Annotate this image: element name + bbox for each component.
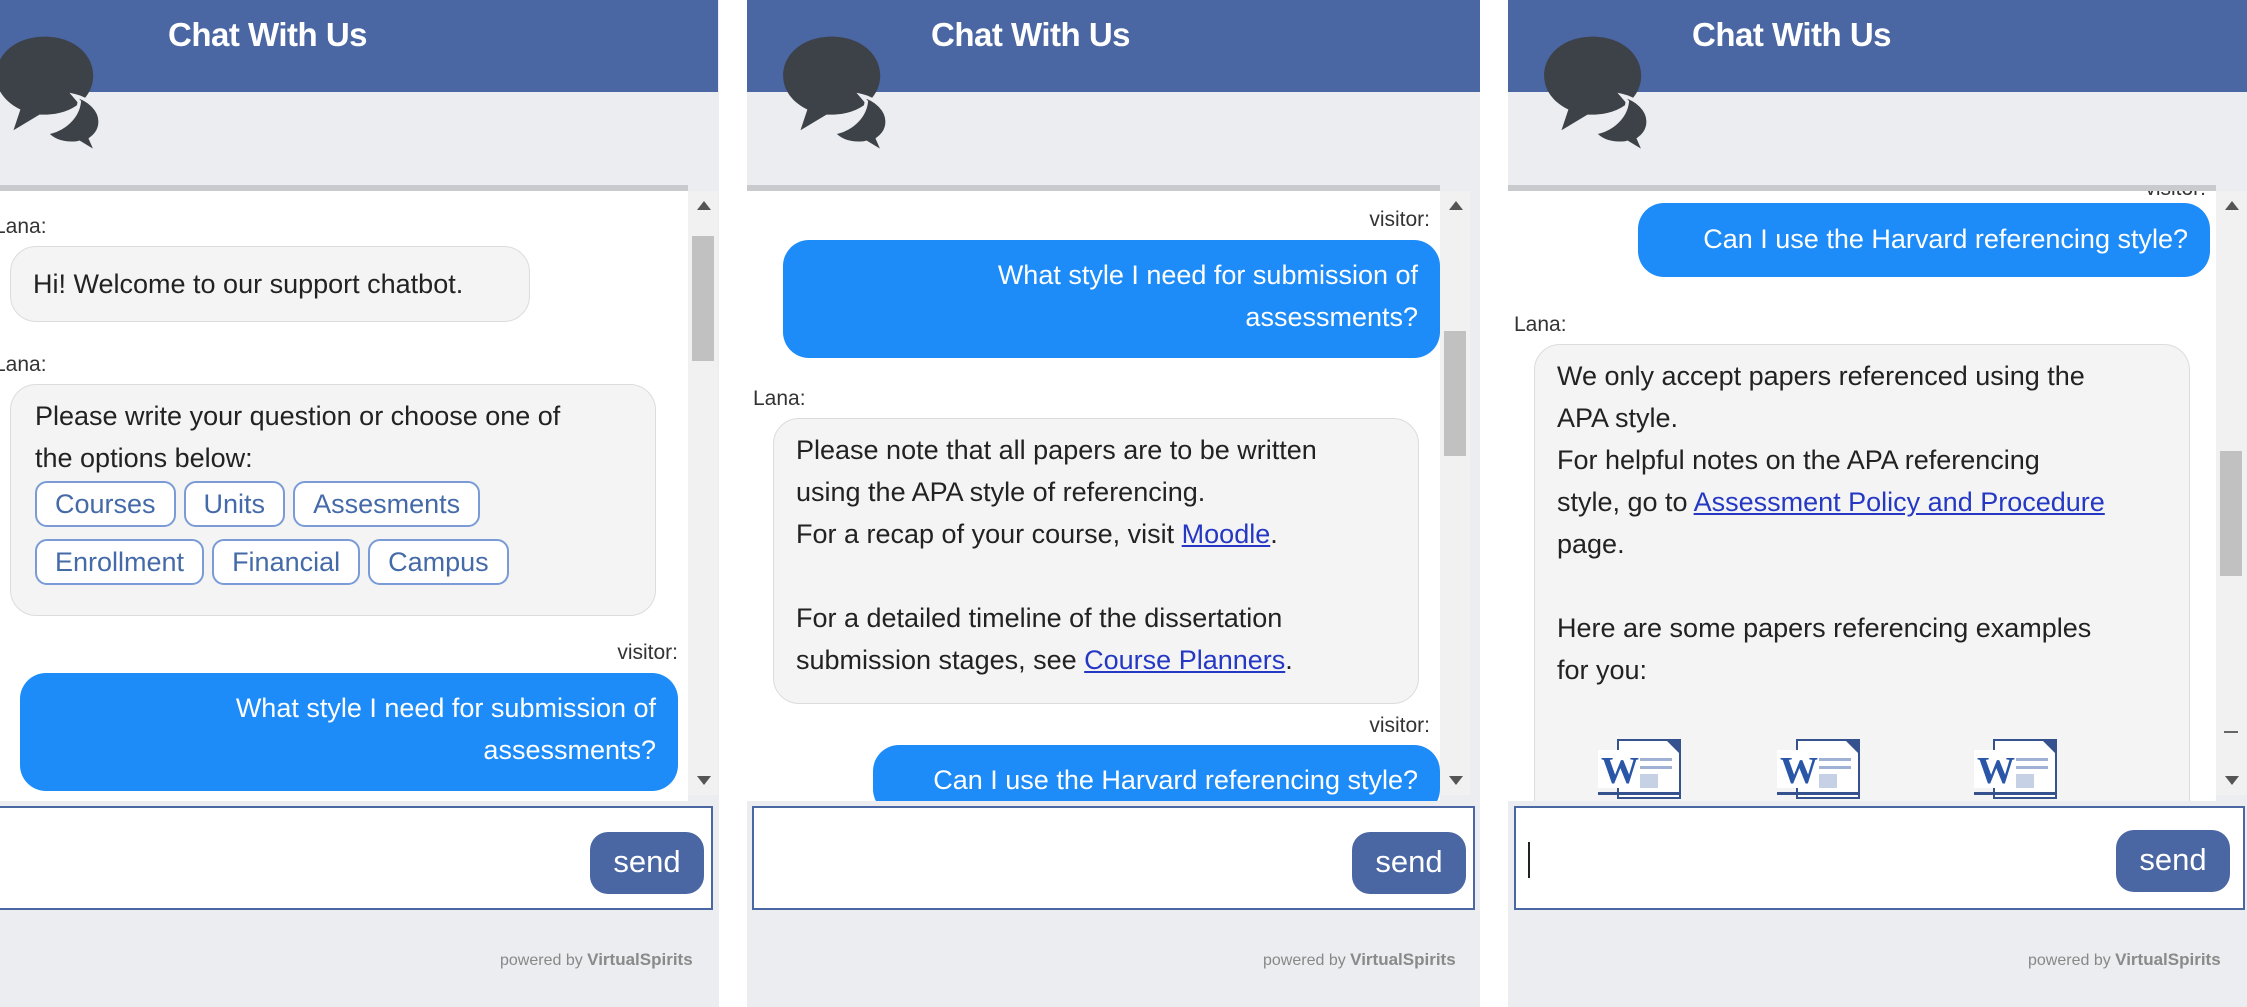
message-text: using the APA style of referencing. (796, 477, 1206, 507)
sender-label: visitor: (617, 641, 678, 664)
sender-label: visitor: (1369, 208, 1430, 231)
message-list: Lana: Hi! Welcome to our support chatbot… (0, 185, 688, 801)
message-text: What style I need for submission of (997, 260, 1418, 290)
word-doc-icon[interactable] (1596, 736, 1688, 800)
word-doc-icon[interactable] (1775, 736, 1867, 800)
powered-prefix: powered by (2028, 952, 2111, 969)
option-chip-financial[interactable]: Financial (212, 539, 361, 585)
powered-by: powered by VirtualSpirits (500, 950, 693, 970)
powered-by: powered by VirtualSpirits (1263, 950, 1456, 970)
message-input[interactable]: send (1514, 806, 2245, 910)
course-planners-link[interactable]: Course Planners (1084, 645, 1285, 675)
visitor-message: Can I use the Harvard referencing style? (873, 745, 1440, 801)
bot-message: We only accept papers referenced using t… (1534, 344, 2190, 801)
sender-label: Lana: (0, 353, 47, 376)
assessment-policy-link[interactable]: Assessment Policy and Procedure (1694, 487, 2105, 517)
panel-gutter (719, 0, 747, 1007)
bot-message: Please note that all papers are to be wr… (773, 418, 1419, 704)
scroll-thumb[interactable] (692, 236, 714, 361)
message-text: For a recap of your course, visit (796, 519, 1175, 549)
message-text: For a detailed timeline of the dissertat… (796, 603, 1283, 633)
bot-message: Hi! Welcome to our support chatbot. (10, 246, 530, 322)
powered-prefix: powered by (500, 952, 583, 969)
scrollbar[interactable] (688, 191, 718, 795)
sender-label: Lana: (753, 387, 806, 410)
option-chip-enrollment[interactable]: Enrollment (35, 539, 205, 585)
powered-prefix: powered by (1263, 952, 1346, 969)
chat-bubbles-icon (0, 34, 102, 155)
sender-label: Lana: (0, 215, 47, 238)
panel-gutter (1480, 0, 1508, 1007)
option-chip-assesments[interactable]: Assesments (293, 481, 481, 527)
bot-message: Please write your question or choose one… (10, 384, 656, 616)
text-cursor (1528, 842, 1530, 878)
sender-label: Lana: (1514, 313, 1567, 336)
message-text: APA style. (1557, 403, 1679, 433)
moodle-link[interactable]: Moodle (1182, 519, 1271, 549)
message-input[interactable]: send (0, 806, 713, 910)
send-button[interactable]: send (590, 832, 704, 894)
message-text: We only accept papers referenced using t… (1557, 361, 2085, 391)
send-button[interactable]: send (2116, 830, 2230, 892)
chat-bubbles-icon (781, 34, 889, 155)
chat-title: Chat With Us (931, 16, 1131, 53)
scroll-thumb[interactable] (1444, 331, 1466, 456)
virtualspirits-link[interactable]: VirtualSpirits (2115, 950, 2221, 969)
message-list: visitor: Can I use the Harvard referenci… (1508, 185, 2216, 801)
message-input[interactable]: send (752, 806, 1475, 910)
scroll-marker (2224, 731, 2238, 733)
option-chip-units[interactable]: Units (183, 481, 286, 527)
message-text: submission stages, see (796, 645, 1077, 675)
chat-bubbles-icon (1542, 34, 1650, 155)
virtualspirits-link[interactable]: VirtualSpirits (1350, 950, 1456, 969)
chat-window-1: Chat With Us Lana: Hi! Welcome to our su… (0, 0, 719, 1007)
chat-title: Chat With Us (1692, 16, 1892, 53)
visitor-message: What style I need for submission of asse… (783, 240, 1440, 358)
chat-window-3: Chat With Us visitor: Can I use the Harv… (1508, 0, 2247, 1007)
chat-title: Chat With Us (168, 16, 368, 53)
send-button[interactable]: send (1352, 832, 1466, 894)
message-text: assessments? (483, 735, 656, 765)
option-chip-courses[interactable]: Courses (35, 481, 176, 527)
message-list: visitor: What style I need for submissio… (747, 185, 1440, 801)
message-text: page. (1557, 529, 1625, 559)
message-text: For helpful notes on the APA referencing (1557, 445, 2040, 475)
scrollbar[interactable] (1440, 191, 1470, 795)
message-text: Please write your question or choose one… (35, 401, 561, 431)
visitor-message: Can I use the Harvard referencing style? (1638, 203, 2210, 277)
scroll-down-arrow-icon[interactable] (2225, 776, 2239, 785)
scroll-down-arrow-icon[interactable] (697, 776, 711, 785)
message-text: Here are some papers referencing example… (1557, 613, 2092, 643)
sender-label: visitor: (2145, 185, 2206, 200)
word-doc-icon[interactable] (1972, 736, 2064, 800)
scroll-up-arrow-icon[interactable] (697, 201, 711, 210)
message-text: Can I use the Harvard referencing style? (1703, 224, 2188, 254)
scroll-up-arrow-icon[interactable] (2225, 201, 2239, 210)
powered-by: powered by VirtualSpirits (2028, 950, 2221, 970)
virtualspirits-link[interactable]: VirtualSpirits (587, 950, 693, 969)
message-text: for you: (1557, 655, 1648, 685)
option-chip-campus[interactable]: Campus (368, 539, 509, 585)
sender-label: visitor: (1369, 714, 1430, 737)
message-text: style, go to (1557, 487, 1688, 517)
scroll-down-arrow-icon[interactable] (1449, 776, 1463, 785)
message-text: Please note that all papers are to be wr… (796, 435, 1317, 465)
chat-window-2: Chat With Us visitor: What style I need … (747, 0, 1480, 1007)
message-text: the options below: (35, 443, 253, 473)
message-text: assessments? (1245, 302, 1418, 332)
message-text: Hi! Welcome to our support chatbot. (33, 269, 464, 299)
visitor-message: What style I need for submission of asse… (20, 673, 678, 791)
scrollbar[interactable] (2216, 191, 2246, 795)
scroll-thumb[interactable] (2220, 451, 2242, 576)
scroll-up-arrow-icon[interactable] (1449, 201, 1463, 210)
message-text: Can I use the Harvard referencing style? (933, 765, 1418, 795)
message-text: What style I need for submission of (235, 693, 656, 723)
